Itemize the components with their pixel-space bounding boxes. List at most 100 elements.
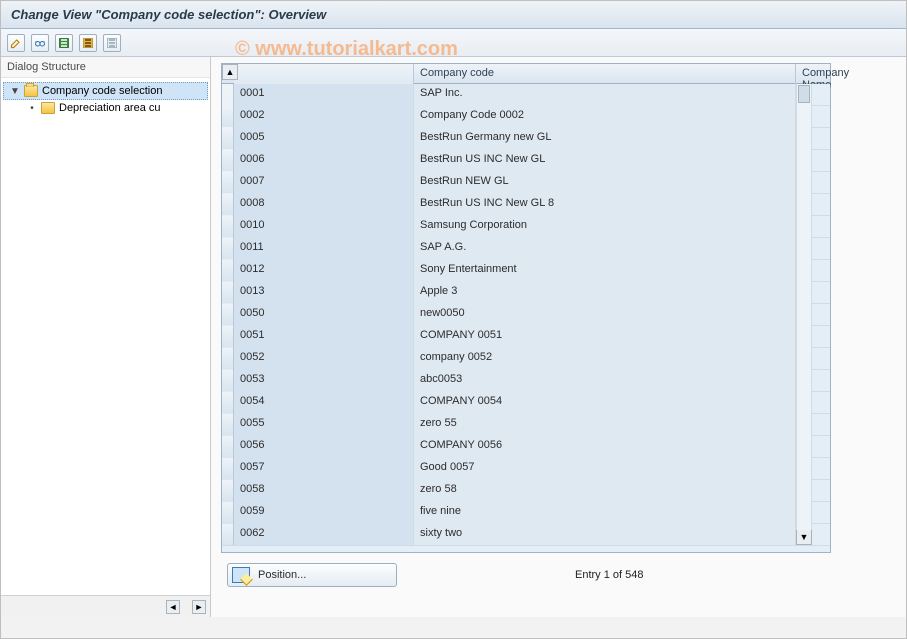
table-row[interactable]: 0001SAP Inc.: [222, 84, 830, 106]
cell-company-code[interactable]: 0056: [234, 436, 414, 457]
cell-company-code[interactable]: 0059: [234, 502, 414, 523]
table-row[interactable]: 0054COMPANY 0054: [222, 392, 830, 414]
folder-icon: [41, 102, 55, 114]
row-selector[interactable]: [222, 128, 234, 149]
row-selector[interactable]: [222, 370, 234, 391]
cell-company-code[interactable]: 0007: [234, 172, 414, 193]
grid-header-row: Company code Company Name ▲: [222, 64, 830, 84]
window-title: Change View "Company code selection": Ov…: [1, 1, 906, 29]
row-selector[interactable]: [222, 216, 234, 237]
position-button-label: Position...: [258, 569, 306, 581]
cell-company-name: Apple 3: [414, 282, 796, 303]
table-row[interactable]: 0002Company Code 0002: [222, 106, 830, 128]
cell-company-name: zero 55: [414, 414, 796, 435]
cell-company-code[interactable]: 0057: [234, 458, 414, 479]
row-selector[interactable]: [222, 260, 234, 281]
row-selector[interactable]: [222, 502, 234, 523]
row-selector[interactable]: [222, 392, 234, 413]
glasses-icon[interactable]: [31, 34, 49, 52]
vertical-scrollbar[interactable]: [796, 84, 812, 530]
cell-company-code[interactable]: 0006: [234, 150, 414, 171]
position-icon: [232, 567, 250, 583]
cell-company-name: Company Code 0002: [414, 106, 796, 127]
table-row[interactable]: 0062sixty two▼: [222, 524, 830, 546]
table-row[interactable]: 0050new0050: [222, 304, 830, 326]
table-row[interactable]: 0010Samsung Corporation: [222, 216, 830, 238]
cell-company-name: COMPANY 0051: [414, 326, 796, 347]
scroll-left-icon[interactable]: ◄: [166, 600, 180, 614]
table-row[interactable]: 0011SAP A.G.: [222, 238, 830, 260]
scroll-up-icon[interactable]: ▲: [222, 64, 238, 80]
row-selector[interactable]: [222, 106, 234, 127]
dialog-structure-header: Dialog Structure: [1, 57, 210, 78]
select-all-icon[interactable]: [55, 34, 73, 52]
leaf-icon[interactable]: •: [27, 103, 37, 114]
table-row[interactable]: 0058zero 58: [222, 480, 830, 502]
cell-company-code[interactable]: 0013: [234, 282, 414, 303]
cell-company-code[interactable]: 0012: [234, 260, 414, 281]
table-row[interactable]: 0012Sony Entertainment: [222, 260, 830, 282]
cell-company-code[interactable]: 0053: [234, 370, 414, 391]
row-selector[interactable]: [222, 172, 234, 193]
cell-company-code[interactable]: 0051: [234, 326, 414, 347]
row-selector[interactable]: [222, 150, 234, 171]
dialog-structure-tree: ▼Company code selection•Depreciation are…: [1, 78, 210, 595]
table-row[interactable]: 0055zero 55: [222, 414, 830, 436]
row-selector[interactable]: [222, 304, 234, 325]
cell-company-code[interactable]: 0062: [234, 524, 414, 545]
cell-company-name: BestRun Germany new GL: [414, 128, 796, 149]
table-row[interactable]: 0013Apple 3: [222, 282, 830, 304]
table-row[interactable]: 0057Good 0057: [222, 458, 830, 480]
cell-company-code[interactable]: 0010: [234, 216, 414, 237]
scroll-down-icon[interactable]: ▼: [796, 529, 812, 545]
table-row[interactable]: 0052company 0052: [222, 348, 830, 370]
cell-company-code[interactable]: 0052: [234, 348, 414, 369]
tree-item[interactable]: ▼Company code selection: [3, 82, 208, 100]
scrollbar-thumb[interactable]: [798, 85, 810, 103]
cell-company-name: five nine: [414, 502, 796, 523]
toggle-display-change-icon[interactable]: [7, 34, 25, 52]
cell-company-code[interactable]: 0055: [234, 414, 414, 435]
row-selector[interactable]: [222, 414, 234, 435]
tree-item[interactable]: •Depreciation area cu: [3, 100, 208, 116]
table-row[interactable]: 0005BestRun Germany new GL: [222, 128, 830, 150]
row-selector[interactable]: [222, 458, 234, 479]
company-code-grid: Company code Company Name ▲ 0001SAP Inc.…: [221, 63, 831, 553]
row-selector[interactable]: [222, 480, 234, 501]
row-selector[interactable]: [222, 348, 234, 369]
deselect-all-icon[interactable]: [103, 34, 121, 52]
select-block-icon[interactable]: [79, 34, 97, 52]
row-selector[interactable]: [222, 326, 234, 347]
cell-company-code[interactable]: 0058: [234, 480, 414, 501]
folder-icon: [24, 85, 38, 97]
cell-company-code[interactable]: 0005: [234, 128, 414, 149]
collapse-icon[interactable]: ▼: [10, 86, 20, 97]
row-selector[interactable]: [222, 194, 234, 215]
table-row[interactable]: 0008BestRun US INC New GL 8: [222, 194, 830, 216]
table-row[interactable]: 0056COMPANY 0056: [222, 436, 830, 458]
table-row[interactable]: 0006BestRun US INC New GL: [222, 150, 830, 172]
cell-company-name: Good 0057: [414, 458, 796, 479]
row-selector[interactable]: [222, 524, 234, 545]
table-row[interactable]: 0007BestRun NEW GL: [222, 172, 830, 194]
cell-company-name: Sony Entertainment: [414, 260, 796, 281]
cell-company-code[interactable]: 0002: [234, 106, 414, 127]
table-row[interactable]: 0059five nine: [222, 502, 830, 524]
row-selector[interactable]: [222, 282, 234, 303]
entry-counter: Entry 1 of 548: [575, 569, 644, 581]
row-selector[interactable]: [222, 436, 234, 457]
table-row[interactable]: 0051COMPANY 0051: [222, 326, 830, 348]
cell-company-name: abc0053: [414, 370, 796, 391]
sidebar-footer: ◄ ►: [1, 595, 210, 617]
cell-company-code[interactable]: 0054: [234, 392, 414, 413]
row-selector[interactable]: [222, 238, 234, 259]
cell-company-code[interactable]: 0011: [234, 238, 414, 259]
scroll-right-icon[interactable]: ►: [192, 600, 206, 614]
table-row[interactable]: 0053abc0053: [222, 370, 830, 392]
position-button[interactable]: Position...: [227, 563, 397, 587]
cell-company-code[interactable]: 0008: [234, 194, 414, 215]
dialog-structure-panel: Dialog Structure ▼Company code selection…: [1, 57, 211, 617]
cell-company-name: zero 58: [414, 480, 796, 501]
cell-company-code[interactable]: 0050: [234, 304, 414, 325]
cell-company-name: sixty two: [414, 524, 796, 545]
